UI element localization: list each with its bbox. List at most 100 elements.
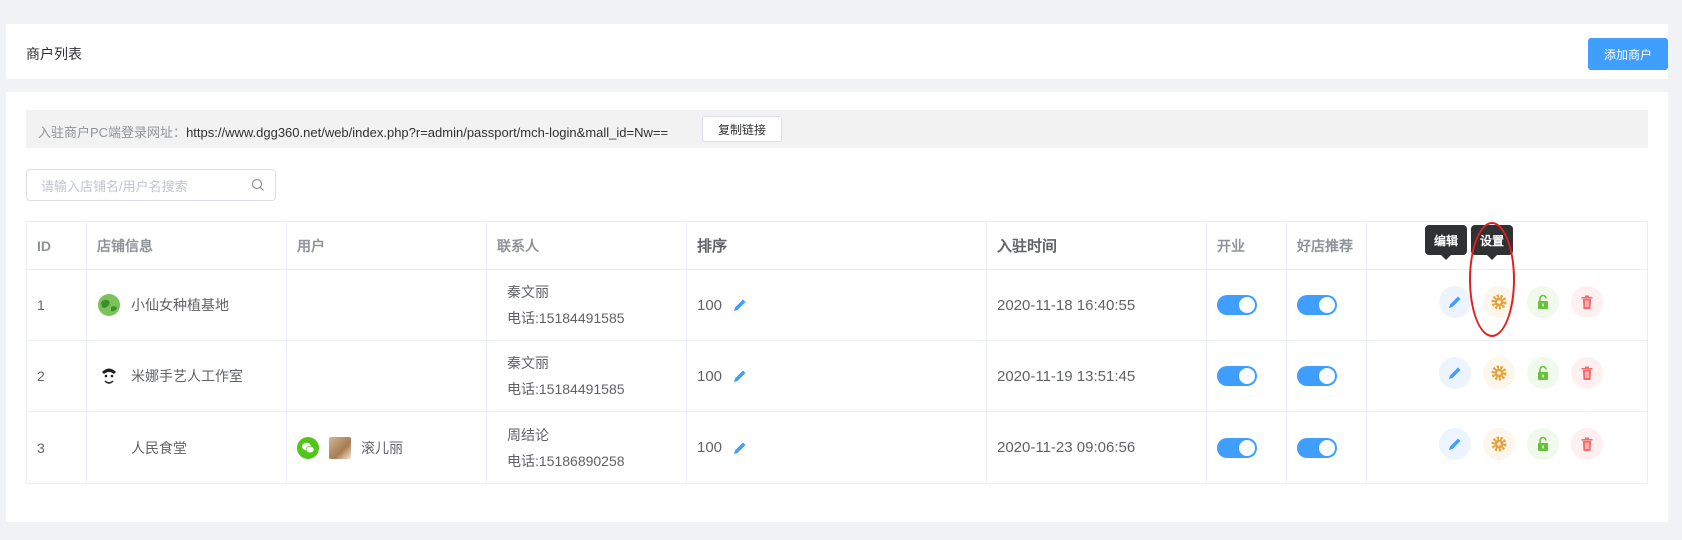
edit-button[interactable] <box>1439 357 1471 389</box>
pencil-icon <box>1449 438 1461 450</box>
store-info: 人民食堂 <box>87 412 287 483</box>
pencil-icon <box>1449 296 1461 308</box>
recommend-toggle[interactable] <box>1297 437 1337 458</box>
trash-icon <box>1581 366 1593 380</box>
column-header-sort: 排序 <box>687 222 987 269</box>
contact-name: 周结论 <box>507 426 549 443</box>
join-time: 2020-11-18 16:40:55 <box>987 270 1207 340</box>
row-id: 3 <box>27 412 87 483</box>
open-cell <box>1207 341 1287 411</box>
recommend-cell <box>1287 341 1367 411</box>
sort-value: 100 <box>697 439 723 456</box>
store-name: 小仙女种植基地 <box>131 297 229 313</box>
column-header-recommend: 好店推荐 <box>1287 222 1367 269</box>
contact-cell: 周结论 电话:15186890258 <box>487 412 687 483</box>
lock-button[interactable] <box>1527 357 1559 389</box>
open-toggle[interactable] <box>1217 437 1257 458</box>
delete-button[interactable] <box>1571 428 1603 460</box>
table-row: 1 小仙女种植基地 秦文丽 电话:15184491585 100 2020-11… <box>27 270 1647 341</box>
recommend-cell <box>1287 270 1367 340</box>
store-name: 米娜手艺人工作室 <box>131 368 243 384</box>
settings-button[interactable] <box>1483 357 1515 389</box>
contact-phone: 电话:15184491585 <box>507 310 625 326</box>
sort-value: 100 <box>697 367 723 385</box>
contact-name: 秦文丽 <box>507 284 549 300</box>
unlock-icon <box>1538 294 1548 309</box>
login-url-label: 入驻商户PC端登录网址：https://www.dgg360.net/web/i… <box>38 122 668 141</box>
sort-cell: 100 <box>687 412 987 483</box>
delete-button[interactable] <box>1571 286 1603 318</box>
sort-cell: 100 <box>687 270 987 340</box>
row-id: 2 <box>27 341 87 411</box>
recommend-cell <box>1287 412 1367 483</box>
store-logo-globe-icon <box>98 294 120 316</box>
edit-button[interactable] <box>1439 428 1471 460</box>
join-time: 2020-11-23 09:06:56 <box>987 412 1207 483</box>
main-card: 入驻商户PC端登录网址：https://www.dgg360.net/web/i… <box>6 92 1668 522</box>
store-name: 人民食堂 <box>131 439 187 456</box>
contact-cell: 秦文丽 电话:15184491585 <box>487 341 687 411</box>
recommend-toggle[interactable] <box>1297 366 1337 386</box>
add-merchant-button[interactable]: 添加商户 <box>1588 38 1668 70</box>
settings-button[interactable] <box>1483 428 1515 460</box>
open-toggle[interactable] <box>1217 366 1257 386</box>
user-cell <box>287 270 487 340</box>
lock-button[interactable] <box>1527 428 1559 460</box>
trash-icon <box>1581 437 1593 451</box>
pencil-icon <box>1449 367 1461 379</box>
actions-cell <box>1367 341 1649 411</box>
search-icon[interactable] <box>251 178 265 192</box>
login-url-prefix: 入驻商户PC端登录网址： <box>38 125 187 140</box>
header-card: 商户列表 添加商户 <box>6 24 1668 79</box>
actions-cell <box>1367 412 1649 483</box>
unlock-icon <box>1538 365 1548 380</box>
table-header-row: ID 店铺信息 用户 联系人 排序 入驻时间 开业 好店推荐 <box>27 222 1647 270</box>
sort-cell: 100 <box>687 341 987 411</box>
column-header-time: 入驻时间 <box>987 222 1207 269</box>
sort-value: 100 <box>697 296 723 314</box>
login-url-bar: 入驻商户PC端登录网址：https://www.dgg360.net/web/i… <box>26 110 1648 148</box>
delete-button[interactable] <box>1571 357 1603 389</box>
wechat-icon <box>297 436 319 459</box>
recommend-toggle[interactable] <box>1297 295 1337 315</box>
edit-sort-pencil-icon[interactable] <box>732 440 748 456</box>
unlock-icon <box>1538 436 1548 451</box>
copy-link-button[interactable]: 复制链接 <box>702 116 782 142</box>
store-info: 小仙女种植基地 <box>87 270 287 340</box>
lock-button[interactable] <box>1527 286 1559 318</box>
tooltip-edit: 编辑 <box>1425 225 1467 260</box>
page-title: 商户列表 <box>26 46 82 62</box>
contact-phone: 电话:15186890258 <box>507 452 625 469</box>
gear-icon <box>1491 436 1507 452</box>
table-row: 2 米娜手艺人工作室 秦文丽 电话:15184491585 100 2020-1… <box>27 341 1647 412</box>
column-header-open: 开业 <box>1207 222 1287 269</box>
search-input[interactable] <box>41 176 241 196</box>
column-header-store: 店铺信息 <box>87 222 287 269</box>
login-url-text: https://www.dgg360.net/web/index.php?r=a… <box>186 125 669 140</box>
open-cell <box>1207 270 1287 340</box>
row-id: 1 <box>27 270 87 340</box>
contact-name: 秦文丽 <box>507 355 549 371</box>
store-info: 米娜手艺人工作室 <box>87 341 287 411</box>
table-row: 3 人民食堂 滚儿丽 周结论 电话:15186890258 100 2020-1… <box>27 412 1647 483</box>
column-header-user: 用户 <box>287 222 487 269</box>
user-name: 滚儿丽 <box>361 439 403 456</box>
edit-sort-pencil-icon[interactable] <box>732 297 748 313</box>
edit-sort-pencil-icon[interactable] <box>732 368 748 384</box>
edit-button[interactable] <box>1439 286 1471 318</box>
contact-phone: 电话:15184491585 <box>507 381 625 397</box>
column-header-id: ID <box>27 222 87 269</box>
store-logo-face-icon <box>98 365 120 387</box>
column-header-contact: 联系人 <box>487 222 687 269</box>
open-toggle[interactable] <box>1217 295 1257 315</box>
merchant-table: ID 店铺信息 用户 联系人 排序 入驻时间 开业 好店推荐 1 小仙女种植基地 <box>26 221 1648 484</box>
user-cell <box>287 341 487 411</box>
user-avatar <box>329 436 351 459</box>
annotation-circle <box>1469 222 1515 337</box>
user-cell: 滚儿丽 <box>287 412 487 483</box>
trash-icon <box>1581 295 1593 309</box>
join-time: 2020-11-19 13:51:45 <box>987 341 1207 411</box>
open-cell <box>1207 412 1287 483</box>
contact-cell: 秦文丽 电话:15184491585 <box>487 270 687 340</box>
search-box <box>26 169 276 201</box>
